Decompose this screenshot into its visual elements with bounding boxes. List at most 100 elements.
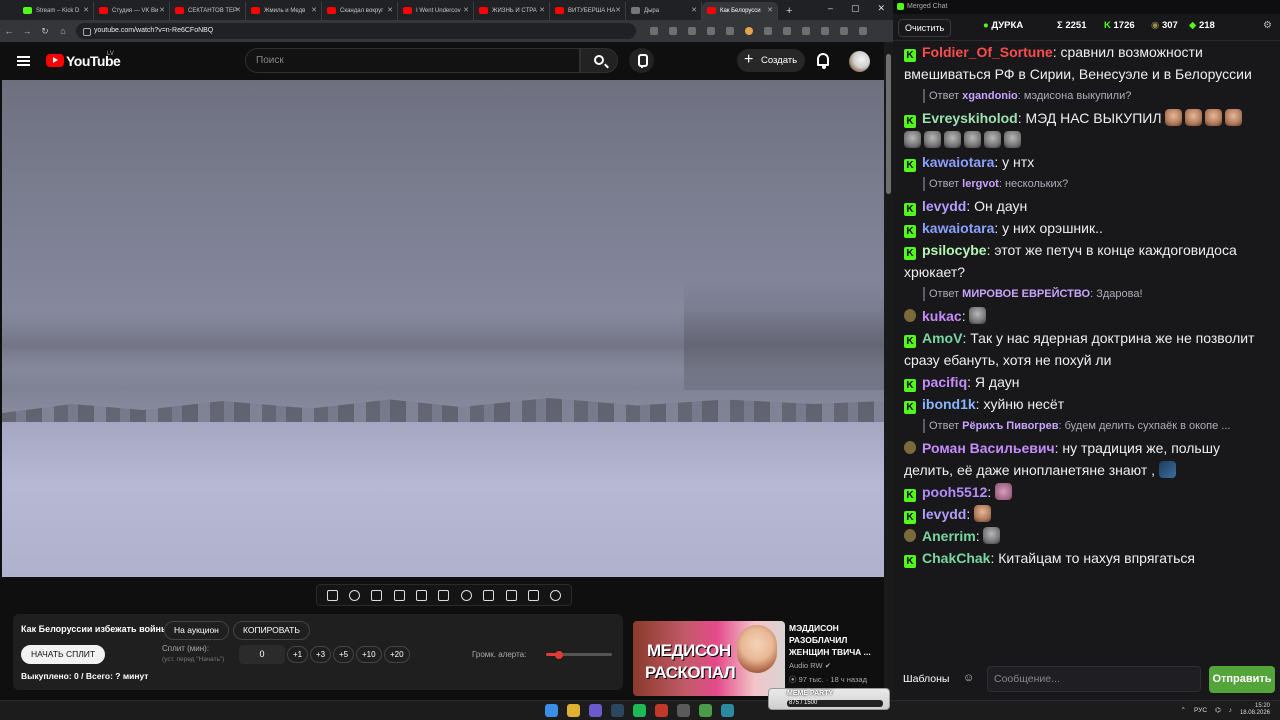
chevron-up-icon[interactable]: ⌃ xyxy=(1181,706,1186,714)
avatar[interactable] xyxy=(849,51,870,72)
browser-tab[interactable]: Как Белорусси ✕ xyxy=(702,2,778,20)
gear-icon[interactable] xyxy=(550,589,562,601)
download-icon[interactable] xyxy=(821,27,829,35)
loop-icon[interactable] xyxy=(326,589,338,601)
share-icon[interactable] xyxy=(669,27,677,35)
flask-icon[interactable] xyxy=(527,589,539,601)
emoji-picker-icon[interactable]: ☺ xyxy=(963,672,974,684)
browser-tab[interactable]: СЕКТАНТОВ ТЕР ✕ xyxy=(170,2,246,20)
close-tab-icon[interactable]: ✕ xyxy=(387,2,393,20)
chat-username[interactable]: Foldier_Of_Sortune xyxy=(922,44,1053,60)
video-player[interactable] xyxy=(2,80,884,577)
scrollbar-thumb[interactable] xyxy=(886,54,891,194)
voice-search-icon[interactable] xyxy=(629,48,654,73)
send-button[interactable]: Отправить xyxy=(1209,666,1275,693)
home-icon[interactable]: ⌂ xyxy=(54,26,72,36)
reply-username[interactable]: Рёрихъ Пивогрев xyxy=(962,420,1058,432)
chat-username[interactable]: pacifiq xyxy=(922,374,967,390)
increment-button[interactable]: +3 xyxy=(310,646,332,663)
clock[interactable]: 15:20 18.08.2026 xyxy=(1240,703,1270,717)
chat-username[interactable]: Anerrim xyxy=(922,528,976,544)
app-icon[interactable] xyxy=(699,704,712,717)
bookmark-star-icon[interactable] xyxy=(688,27,696,35)
reply-username[interactable]: xgandonio xyxy=(962,90,1018,102)
recommended-thumbnail[interactable]: МЕДИСОН РАСКОПАЛ xyxy=(633,621,785,696)
chat-username[interactable]: levydd xyxy=(922,506,966,522)
extension-icon[interactable] xyxy=(726,27,734,35)
templates-button[interactable]: Шаблоны xyxy=(899,668,953,690)
url-field[interactable]: youtube.com/watch?v=n-Re6CFoNBQ xyxy=(76,23,636,39)
extension-icon[interactable] xyxy=(783,27,791,35)
notifications-bell-icon[interactable] xyxy=(817,53,829,69)
menu-dots-icon[interactable] xyxy=(859,27,867,35)
back-icon[interactable]: ← xyxy=(0,26,18,36)
extension-icon[interactable] xyxy=(745,27,753,35)
app-icon[interactable] xyxy=(721,704,734,717)
browser-tab[interactable]: ВИТУБЕРША НА ✕ xyxy=(550,2,626,20)
create-button[interactable]: Создать xyxy=(737,48,805,72)
chat-username[interactable]: pooh5512 xyxy=(922,484,987,500)
pip-icon[interactable] xyxy=(416,589,428,601)
clear-button[interactable]: Очистить xyxy=(898,19,952,37)
chat-username[interactable]: Роман Васильевич xyxy=(922,440,1055,456)
chat-username[interactable]: ibond1k xyxy=(922,396,976,412)
spotify-icon[interactable] xyxy=(633,704,646,717)
reply-username[interactable]: МИРОВОЕ ЕВРЕЙСТВО xyxy=(962,288,1090,300)
chat-username[interactable]: ChakChak xyxy=(922,550,990,566)
close-tab-icon[interactable]: ✕ xyxy=(159,2,165,20)
discord-icon[interactable] xyxy=(589,704,602,717)
broadcast-icon[interactable] xyxy=(349,589,361,601)
browser-tab[interactable]: I Went Undercov ✕ xyxy=(398,2,474,20)
chat-username[interactable]: Evreyskiholod xyxy=(922,110,1018,126)
auction-button[interactable]: На аукцион xyxy=(164,621,229,640)
close-tab-icon[interactable]: ✕ xyxy=(539,2,545,20)
playlist-icon[interactable] xyxy=(371,589,383,601)
app-icon[interactable] xyxy=(655,704,668,717)
increment-button[interactable]: +1 xyxy=(287,646,309,663)
language-indicator[interactable]: РУС xyxy=(1194,707,1207,714)
add-icon[interactable] xyxy=(483,589,495,601)
clapper-icon[interactable] xyxy=(393,589,405,601)
browser-tab[interactable]: Скандал вокруг ✕ xyxy=(322,2,398,20)
search-input[interactable]: Поиск xyxy=(245,48,580,73)
slider-knob[interactable] xyxy=(555,650,564,659)
app-icon[interactable] xyxy=(677,704,690,717)
zoom-icon[interactable] xyxy=(650,27,658,35)
extension-icon[interactable] xyxy=(764,27,772,35)
reload-icon[interactable]: ↻ xyxy=(36,26,54,37)
chat-username[interactable]: psilocybe xyxy=(922,242,987,258)
browser-tab[interactable]: Stream – Kick D ✕ xyxy=(18,2,94,20)
page-scrollbar[interactable] xyxy=(884,42,893,700)
close-tab-icon[interactable]: ✕ xyxy=(691,2,697,20)
browser-tab[interactable]: Жмиль и Медв ✕ xyxy=(246,2,322,20)
minimize-icon[interactable]: – xyxy=(828,3,833,14)
chat-username[interactable]: AmoV xyxy=(922,330,962,346)
camera-icon[interactable] xyxy=(505,589,517,601)
close-tab-icon[interactable]: ✕ xyxy=(767,2,773,20)
chat-username[interactable]: levydd xyxy=(922,198,966,214)
chat-username[interactable]: kawaiotara xyxy=(922,154,994,170)
close-tab-icon[interactable]: ✕ xyxy=(83,2,89,20)
split-minutes-input[interactable]: 0 xyxy=(239,645,285,664)
increment-button[interactable]: +10 xyxy=(356,646,382,663)
steam-icon[interactable] xyxy=(611,704,624,717)
browser-tab[interactable]: ЖИЗНЬ И СТРА ✕ xyxy=(474,2,550,20)
start-split-button[interactable]: НАЧАТЬ СПЛИТ xyxy=(21,645,106,664)
recommended-title[interactable]: МЭДДИСОН РАЗОБЛАЧИЛ ЖЕНЩИН ТВИЧА ... xyxy=(789,622,881,658)
network-icon[interactable]: ⌬ xyxy=(1215,706,1221,714)
maximize-icon[interactable]: ▢ xyxy=(851,3,860,14)
chat-username[interactable]: kukac xyxy=(922,308,962,324)
close-tab-icon[interactable]: ✕ xyxy=(235,2,241,20)
reply-username[interactable]: lergvot xyxy=(962,178,999,190)
alert-volume-slider[interactable] xyxy=(546,650,612,659)
close-tab-icon[interactable]: ✕ xyxy=(615,2,621,20)
start-icon[interactable] xyxy=(545,704,558,717)
increment-button[interactable]: +5 xyxy=(333,646,355,663)
chat-username[interactable]: kawaiotara xyxy=(922,220,994,236)
youtube-logo-icon[interactable] xyxy=(46,54,64,67)
cinema-icon[interactable] xyxy=(438,589,450,601)
increment-button[interactable]: +20 xyxy=(384,646,410,663)
meme-party-widget[interactable]: MEME PARTY 875 / 1500 xyxy=(768,688,890,710)
close-window-icon[interactable]: ✕ xyxy=(877,3,885,14)
puzzle-icon[interactable] xyxy=(802,27,810,35)
